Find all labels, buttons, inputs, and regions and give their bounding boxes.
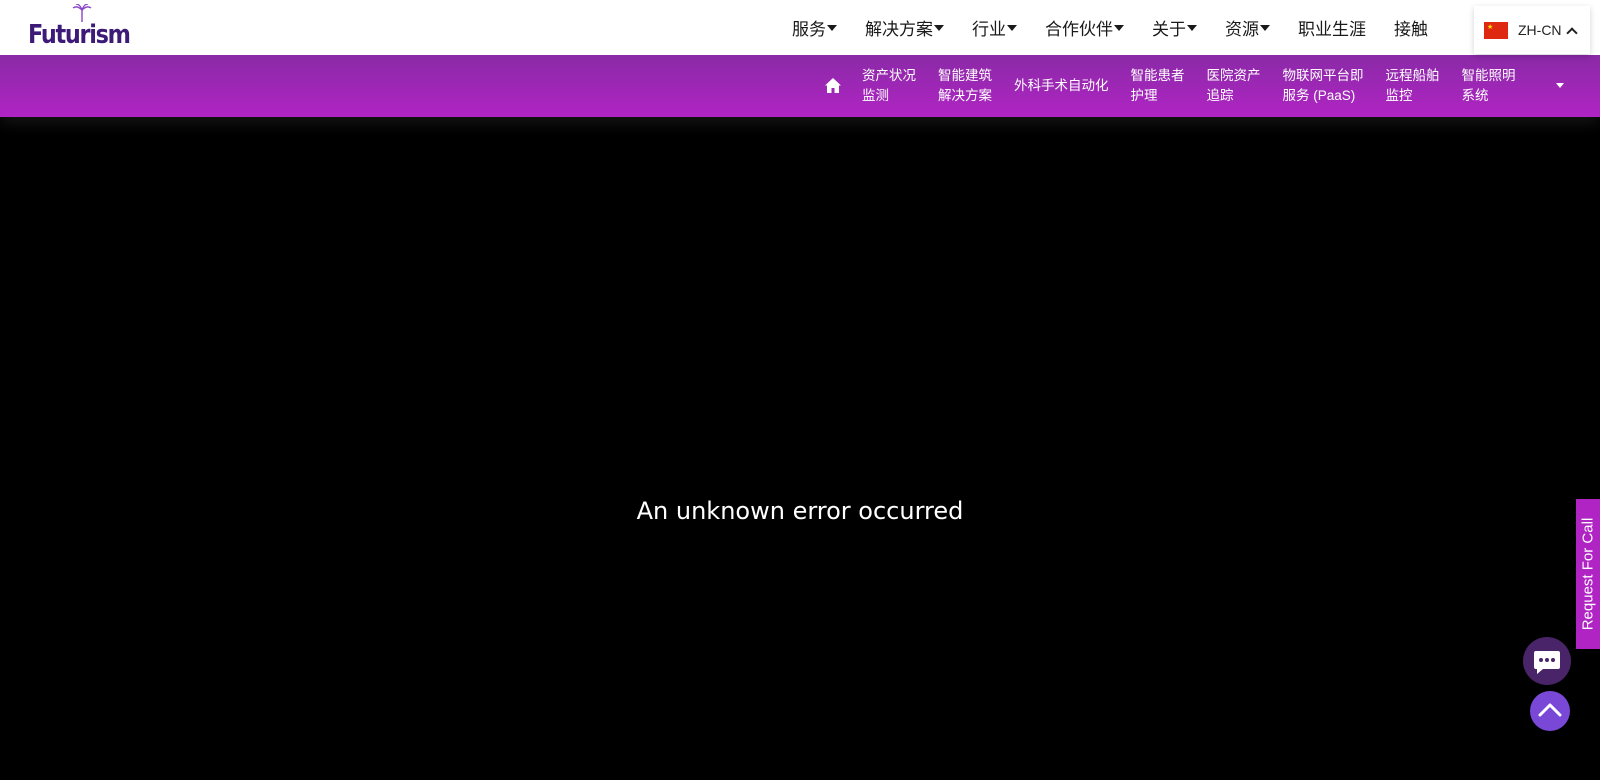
nav-item-label: 解决方案 [865, 20, 933, 39]
nav-item-label: 服务 [792, 20, 826, 39]
chat-icon [1534, 651, 1560, 674]
subnav-item-line: 医院资产 [1206, 68, 1261, 83]
subnav-item-line: 智能患者 [1130, 68, 1185, 83]
logo[interactable]: Futurism [28, 4, 131, 52]
request-call-label: Request For Call [1579, 517, 1597, 631]
caret-down-icon [1187, 24, 1197, 31]
nav-item-about[interactable]: 关于 [1152, 15, 1197, 40]
nav-item-label: 接触 [1394, 20, 1428, 39]
subnav-item-line: 远程船舶 [1385, 68, 1440, 83]
main-content: An unknown error occurred [0, 117, 1600, 780]
nav-item-careers[interactable]: 职业生涯 [1298, 15, 1366, 40]
home-icon[interactable] [824, 77, 842, 95]
subnav-item-smart-lighting[interactable]: 智能照明 系统 [1462, 66, 1516, 106]
nav-item-partners[interactable]: 合作伙伴 [1045, 15, 1124, 40]
chat-button[interactable] [1523, 637, 1571, 685]
caret-down-icon [827, 24, 837, 31]
chevron-up-icon [1565, 26, 1578, 39]
subnav-item-line: 智能照明 [1461, 68, 1516, 83]
subnav-item-line: 智能建筑 [938, 68, 992, 83]
nav-item-label: 职业生涯 [1298, 20, 1366, 39]
china-flag-icon: ★ [1484, 21, 1508, 39]
caret-down-icon [1260, 24, 1270, 31]
request-call-tab[interactable]: Request For Call [1576, 499, 1600, 649]
caret-down-icon [1114, 24, 1124, 31]
nav-item-label: 行业 [972, 20, 1006, 39]
logo-text: Futurism [28, 20, 131, 50]
error-message: An unknown error occurred [636, 497, 964, 525]
nav-item-services[interactable]: 服务 [792, 15, 837, 40]
subnav-item-line: 监控 [1385, 88, 1413, 103]
subnav-more-caret-icon[interactable] [1556, 83, 1564, 88]
nav-item-contact[interactable]: 接触 [1394, 15, 1428, 40]
caret-down-icon [934, 24, 944, 31]
nav-item-resources[interactable]: 资源 [1225, 15, 1270, 40]
subnav-item-line: 护理 [1130, 88, 1158, 103]
caret-down-icon [1007, 24, 1017, 31]
language-selector[interactable]: ★ ZH-CN [1474, 6, 1590, 54]
subnav-item-smart-building[interactable]: 智能建筑 解决方案 [938, 66, 992, 106]
subnav-item-line: 解决方案 [938, 88, 992, 103]
nav-item-label: 资源 [1225, 20, 1259, 39]
nav-item-label: 合作伙伴 [1045, 20, 1113, 39]
chevron-up-icon [1538, 703, 1562, 717]
subnav-item-line: 资产状况 [862, 68, 916, 83]
subnav-item-line: 系统 [1461, 88, 1489, 103]
nav-item-label: 关于 [1152, 20, 1186, 39]
scroll-top-button[interactable] [1530, 691, 1570, 731]
subnav-item-line: 服务 (PaaS) [1282, 88, 1356, 103]
subnav-item-line: 监测 [862, 88, 889, 103]
top-header: Futurism 服务 解决方案 行业 合作伙伴 关于 资源 职业生涯 接触 ★… [0, 0, 1600, 55]
main-nav: 服务 解决方案 行业 合作伙伴 关于 资源 职业生涯 接触 [764, 0, 1428, 55]
nav-item-solutions[interactable]: 解决方案 [865, 15, 944, 40]
sub-nav: 资产状况 监测 智能建筑 解决方案 外科手术自动化 智能患者 护理 医院资产 追… [0, 55, 1600, 117]
subnav-item-surgical-automation[interactable]: 外科手术自动化 [1014, 76, 1109, 96]
subnav-item-hospital-asset-tracking[interactable]: 医院资产 追踪 [1207, 66, 1261, 106]
subnav-item-smart-patient-care[interactable]: 智能患者 护理 [1131, 66, 1185, 106]
subnav-item-line: 追踪 [1206, 88, 1234, 103]
language-label: ZH-CN [1518, 22, 1562, 38]
subnav-item-remote-vessel-monitoring[interactable]: 远程船舶 监控 [1386, 66, 1440, 106]
subnav-item-iot-paas[interactable]: 物联网平台即 服务 (PaaS) [1283, 66, 1364, 106]
subnav-item-line: 物联网平台即 [1282, 68, 1364, 83]
subnav-item-line: 外科手术自动化 [1014, 78, 1109, 93]
nav-item-industries[interactable]: 行业 [972, 15, 1017, 40]
subnav-item-asset-monitoring[interactable]: 资产状况 监测 [862, 66, 916, 106]
